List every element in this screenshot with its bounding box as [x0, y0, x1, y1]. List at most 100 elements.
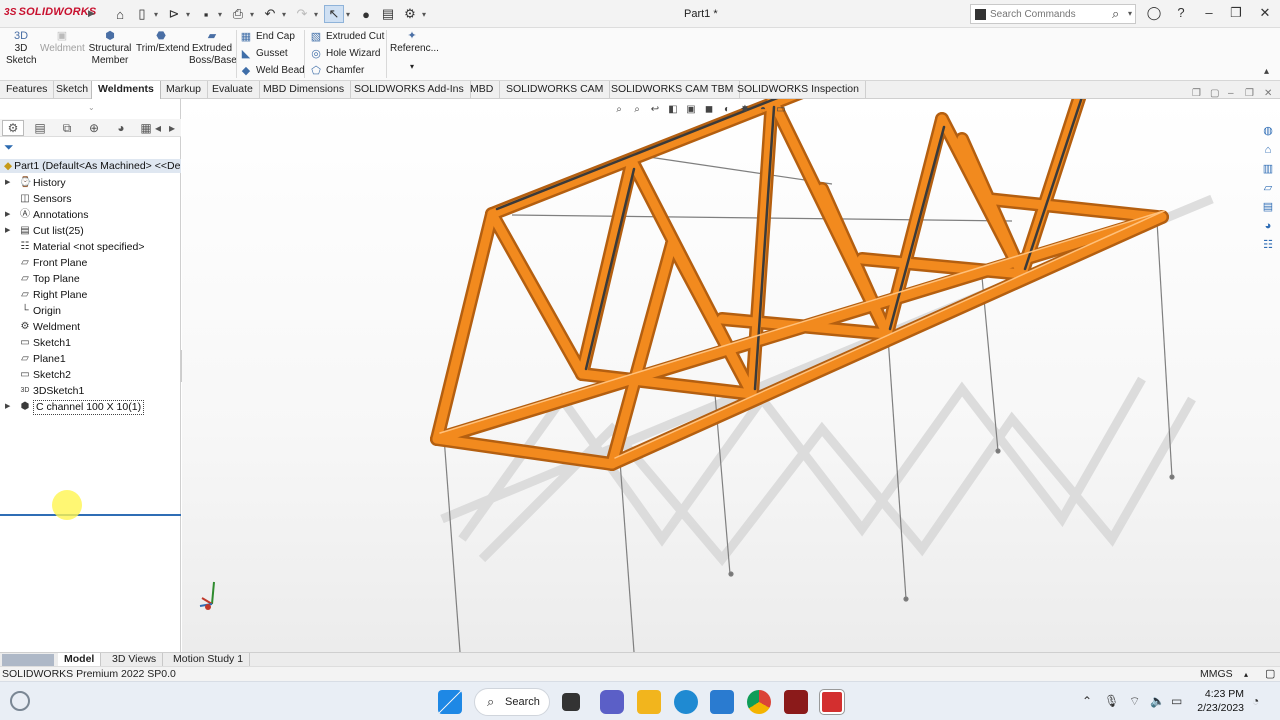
expand-arrow-icon[interactable]: ▶	[5, 207, 10, 223]
viewport-restore-icon[interactable]: ❐	[1192, 88, 1201, 99]
display-style-icon[interactable]: ◼	[702, 103, 716, 117]
feature-manager-tab-icon[interactable]: ⚙	[2, 120, 24, 136]
hole-wizard-button[interactable]: ◎ Hole Wizard	[310, 45, 384, 62]
unit-system-selector[interactable]: MMGS	[1200, 667, 1233, 681]
tree-item-weldment[interactable]: ⚙ Weldment	[0, 319, 181, 335]
tree-item-history[interactable]: ▶ ⌚ History	[0, 175, 181, 191]
structural-member-button[interactable]: ⬢ Structural Member	[88, 30, 132, 67]
file-properties-icon[interactable]: ▤	[378, 5, 398, 23]
panel-grip-icon[interactable]: ⌄	[88, 103, 95, 112]
weldment-button[interactable]: ▣ Weldment	[40, 30, 85, 55]
traffic-light-icon[interactable]: ●	[356, 5, 376, 23]
rollback-bar[interactable]	[0, 514, 181, 516]
viewport-minimize-icon[interactable]: –	[1228, 88, 1234, 99]
weld-bead-button[interactable]: ◆ Weld Bead	[240, 62, 305, 79]
tree-item-sketch1[interactable]: ▭ Sketch1	[0, 335, 181, 351]
print-icon[interactable]: ⎙	[228, 5, 248, 23]
apply-scene-icon[interactable]: ◓	[756, 103, 770, 117]
tree-item-top-plane[interactable]: ▱ Top Plane	[0, 271, 181, 287]
previous-view-icon[interactable]: ↩	[648, 103, 662, 117]
home-icon[interactable]: ⌂	[1260, 142, 1276, 158]
view-orientation-icon[interactable]: ▣	[684, 103, 698, 117]
new-document-icon[interactable]: ▯	[132, 5, 152, 23]
search-commands-box[interactable]: ⌕ ▾	[970, 4, 1136, 24]
task-view-icon[interactable]	[562, 693, 580, 711]
battery-icon[interactable]: ▭	[1171, 694, 1182, 708]
zoom-to-fit-icon[interactable]: ⌕	[612, 103, 626, 117]
chat-icon[interactable]	[600, 690, 624, 714]
tree-item-plane1[interactable]: ▱ Plane1	[0, 351, 181, 367]
options-gear-icon[interactable]: ⚙	[400, 5, 420, 23]
tab-model[interactable]: Model	[58, 653, 102, 667]
tab-navigation-arrows[interactable]	[2, 654, 54, 666]
trim-extend-button[interactable]: ⬣ Trim/Extend	[136, 30, 190, 55]
view-settings-icon[interactable]: ▭	[774, 103, 788, 117]
tab-solidworks-add-ins[interactable]: SOLIDWORKS Add-Ins	[348, 81, 471, 99]
print-dropdown-icon[interactable]: ▾	[250, 10, 258, 19]
viewport-tile-icon[interactable]: ▢	[1210, 88, 1219, 99]
file-explorer-icon[interactable]	[637, 690, 661, 714]
tree-item-cut-list[interactable]: ▶ ▤ Cut list(25)	[0, 223, 181, 239]
tree-item-sensors[interactable]: ◫ Sensors	[0, 191, 181, 207]
display-manager-tab-icon[interactable]: ◕	[110, 120, 132, 136]
widgets-icon[interactable]	[10, 691, 30, 711]
tree-item-sketch2[interactable]: ▭ Sketch2	[0, 367, 181, 383]
tabs-scroll-left-icon[interactable]: ◂	[152, 120, 164, 136]
viewport-maximize-icon[interactable]: ❐	[1245, 88, 1254, 99]
save-dropdown-icon[interactable]: ▾	[218, 10, 226, 19]
tab-evaluate[interactable]: Evaluate	[206, 81, 260, 99]
tab-mbd-dimensions[interactable]: MBD Dimensions	[257, 81, 352, 99]
tree-item-material[interactable]: ☷ Material <not specified>	[0, 239, 181, 255]
reference-dropdown-icon[interactable]: ▾	[390, 61, 434, 73]
wifi-icon[interactable]: ⌔	[1129, 694, 1140, 709]
select-pointer-icon[interactable]: ↖	[324, 5, 344, 23]
extruded-cut-button[interactable]: ▧ Extruded Cut	[310, 28, 385, 45]
help-icon[interactable]: ?	[1172, 5, 1190, 20]
microphone-icon[interactable]: 🎙	[1104, 694, 1119, 708]
property-manager-tab-icon[interactable]: ▤	[29, 120, 51, 136]
tree-item-origin[interactable]: └ Origin	[0, 303, 181, 319]
solidworks-logo[interactable]: 3S SOLIDWORKS	[4, 6, 96, 18]
select-dropdown-icon[interactable]: ▾	[346, 10, 354, 19]
taskbar-clock[interactable]: 4:23 PM 2/23/2023	[1196, 687, 1244, 715]
filter-icon[interactable]: ⏷	[4, 140, 14, 155]
status-help-icon[interactable]: ▢	[1265, 667, 1275, 681]
show-hidden-icons-icon[interactable]: ⌃	[1082, 694, 1092, 708]
tree-item-right-plane[interactable]: ▱ Right Plane	[0, 287, 181, 303]
tab-markup[interactable]: Markup	[160, 81, 209, 99]
tab-weldments[interactable]: Weldments	[91, 81, 161, 99]
tab-motion-study-1[interactable]: Motion Study 1	[167, 653, 251, 667]
taskbar-search-box[interactable]: ⌕ Search	[474, 688, 550, 716]
tab-3d-views[interactable]: 3D Views	[106, 653, 164, 667]
app-icon[interactable]	[784, 690, 808, 714]
tab-sketch[interactable]: Sketch	[50, 81, 96, 99]
expand-arrow-icon[interactable]: ▶	[5, 175, 10, 191]
tab-solidworks-cam-tbm[interactable]: SOLIDWORKS CAM TBM	[605, 81, 741, 99]
minimize-icon[interactable]: –	[1200, 5, 1218, 20]
viewport-close-icon[interactable]: ✕	[1264, 88, 1272, 99]
open-folder-icon[interactable]: ⊳	[164, 5, 184, 23]
hide-show-items-icon[interactable]: ◐	[720, 103, 734, 117]
configuration-manager-tab-icon[interactable]: ⧉	[56, 120, 78, 136]
dimxpert-tab-icon[interactable]: ⊕	[83, 120, 105, 136]
3d-sketch-button[interactable]: 3D 3D Sketch	[6, 30, 37, 67]
expand-arrow-icon[interactable]: ▶	[5, 399, 10, 415]
redo-icon[interactable]: ↷	[292, 5, 312, 23]
search-icon[interactable]: ⌕	[1112, 6, 1119, 22]
gusset-button[interactable]: ◣ Gusset	[240, 45, 305, 62]
tab-solidworks-inspection[interactable]: SOLIDWORKS Inspection	[731, 81, 866, 99]
solidworks-taskbar-icon[interactable]	[820, 690, 844, 714]
restore-icon[interactable]: ❐	[1227, 5, 1245, 21]
custom-properties-icon[interactable]: ☷	[1260, 237, 1276, 253]
menu-expand-arrow[interactable]: ▶	[88, 8, 95, 19]
tree-item-3dsketch1[interactable]: 3D 3DSketch1	[0, 383, 181, 399]
command-manager-collapse-icon[interactable]: ▴	[1264, 66, 1269, 77]
reference-geometry-button[interactable]: ✦ Referenc... ▾	[390, 30, 439, 73]
new-dropdown-icon[interactable]: ▾	[154, 10, 162, 19]
appearances-icon[interactable]: ◕	[1260, 218, 1276, 234]
file-explorer-icon[interactable]: ▱	[1260, 180, 1276, 196]
close-icon[interactable]: ✕	[1256, 5, 1274, 21]
notification-icon[interactable]: ◔	[1252, 694, 1259, 708]
chamfer-button[interactable]: ⬠ Chamfer	[310, 62, 384, 79]
expand-arrow-icon[interactable]: ▶	[5, 223, 10, 239]
